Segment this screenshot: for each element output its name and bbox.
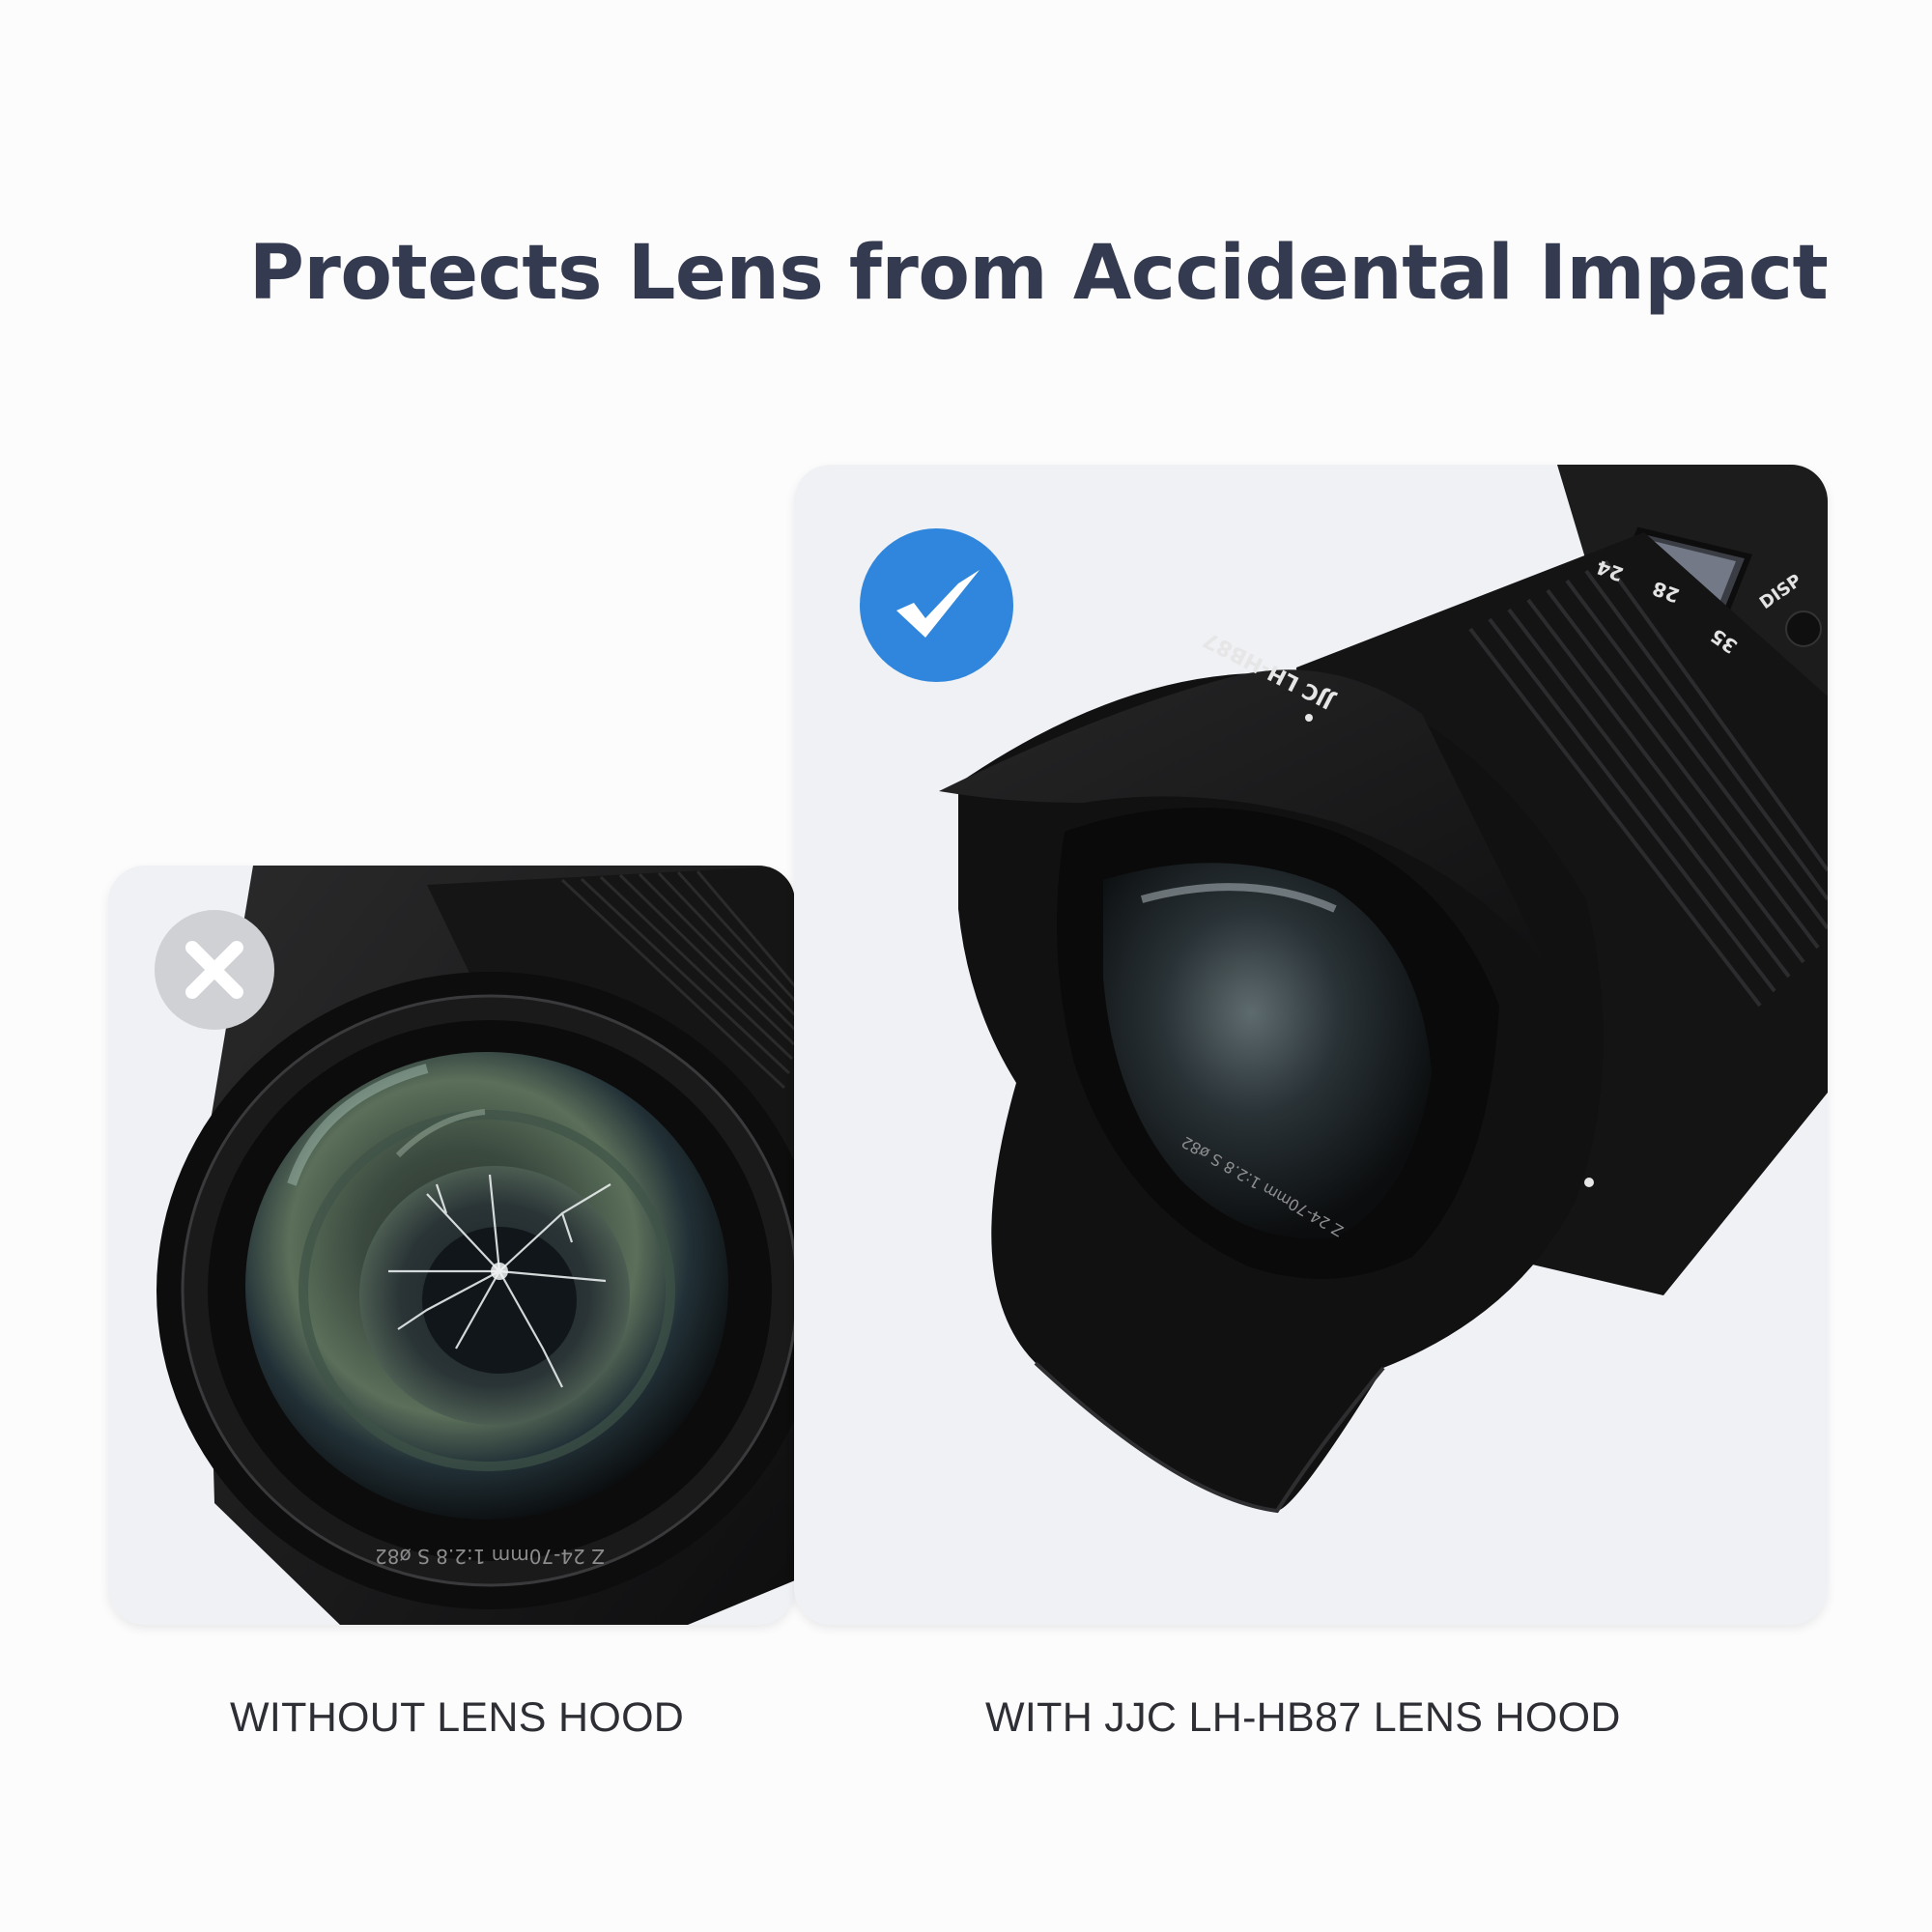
lens-engraving: Z 24-70mm 1:2.8 S ø82 xyxy=(375,1545,605,1568)
with-hood-caption: WITH JJC LH-HB87 LENS HOOD xyxy=(985,1694,1621,1741)
page-title: Protects Lens from Accidental Impact xyxy=(248,230,1829,317)
disp-button-icon xyxy=(1785,611,1822,647)
checkmark-icon xyxy=(860,528,1013,682)
x-icon xyxy=(155,910,274,1030)
without-hood-caption: WITHOUT LENS HOOD xyxy=(230,1694,685,1741)
